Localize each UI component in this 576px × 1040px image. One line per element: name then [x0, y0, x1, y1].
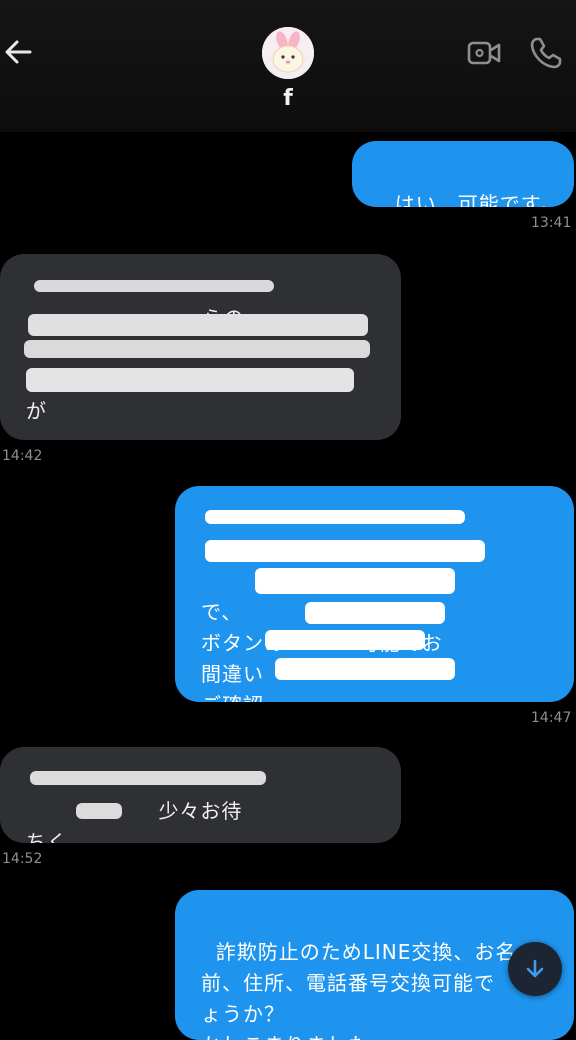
redaction-mark — [76, 803, 122, 819]
contact-name[interactable]: f — [238, 86, 338, 111]
redaction-mark — [205, 510, 465, 524]
message-text: はい、可能です。 — [394, 192, 561, 207]
redaction-mark — [34, 280, 274, 292]
phone-icon — [530, 37, 562, 69]
message-timestamp: 13:41 — [531, 215, 572, 231]
video-call-button[interactable] — [466, 38, 502, 68]
video-camera-icon — [467, 41, 501, 65]
redaction-mark — [24, 340, 370, 358]
message-bubble-outgoing[interactable]: はい、可能です。 — [352, 141, 574, 207]
message-timestamp: 14:47 — [531, 710, 572, 726]
message-text: 少々お待 ちく — [26, 799, 243, 843]
message-text: 詐欺防止のためLINE交換、お名 前、住所、電話番号交換可能で ょうか？ かしこ… — [201, 940, 517, 1040]
scroll-to-bottom-button[interactable] — [508, 942, 562, 996]
message-bubble-incoming[interactable]: らの が — [0, 254, 401, 440]
redaction-mark — [255, 568, 455, 594]
redaction-mark — [275, 658, 455, 680]
redaction-mark — [305, 602, 445, 624]
voice-call-button[interactable] — [528, 35, 564, 71]
redaction-mark — [30, 771, 266, 785]
message-bubble-outgoing[interactable]: 大阪 交換 で、 変更 ボタンあ 可能でお 間違い ご確認 — [175, 486, 574, 702]
message-timestamp: 14:52 — [2, 851, 43, 867]
arrow-left-icon — [5, 40, 32, 64]
redaction-mark — [265, 630, 425, 650]
back-button[interactable] — [2, 32, 36, 72]
arrow-down-icon — [526, 959, 544, 978]
redaction-mark — [28, 314, 368, 336]
bunny-avatar — [262, 27, 314, 79]
message-timestamp: 14:42 — [2, 448, 43, 464]
chat-header: f — [0, 0, 576, 132]
redaction-mark — [205, 540, 485, 562]
redaction-mark — [26, 368, 354, 392]
message-bubble-incoming[interactable]: 少々お待 ちく — [0, 747, 401, 843]
contact-avatar[interactable] — [262, 27, 314, 79]
